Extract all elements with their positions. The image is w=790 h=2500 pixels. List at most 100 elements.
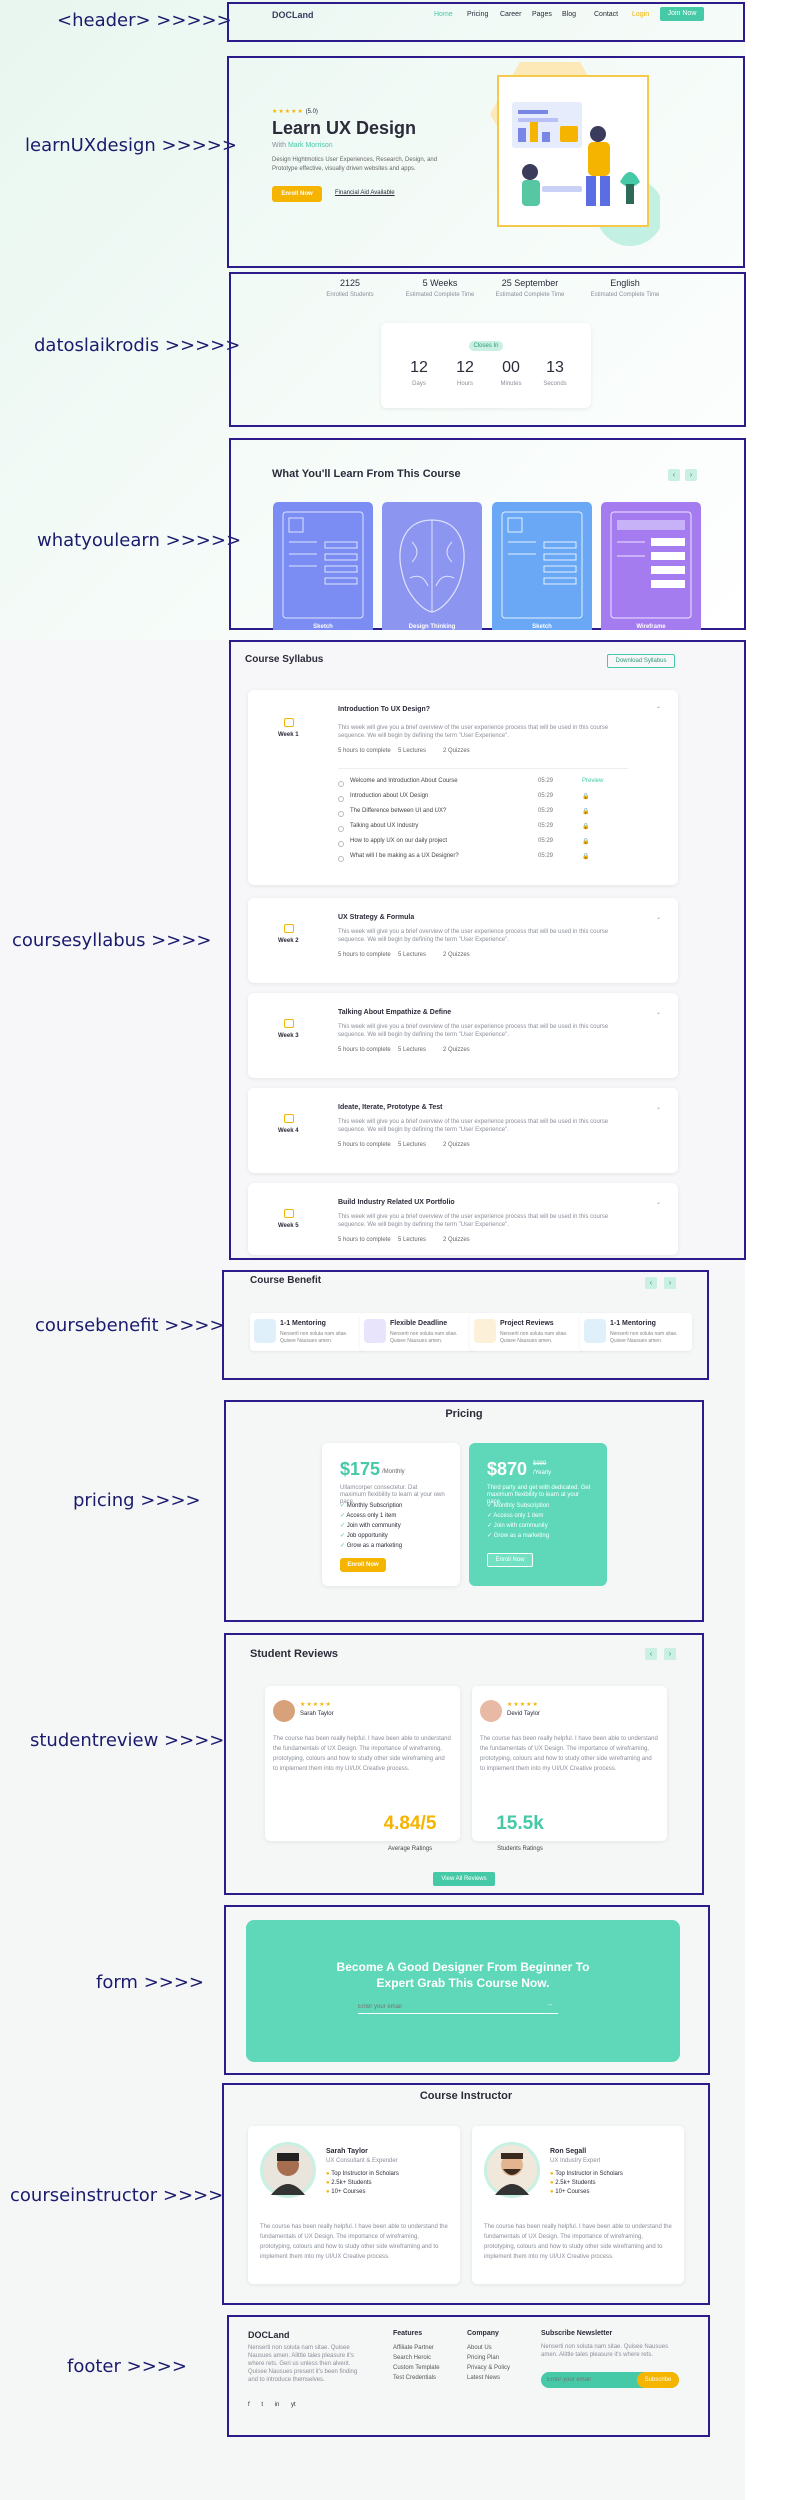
callout-pricing: pricing >>>> — [73, 1490, 201, 1511]
syllabus-title: Course Syllabus — [245, 654, 324, 665]
youtube-icon[interactable]: yt — [291, 2402, 296, 2408]
closes-badge: Closes In — [469, 341, 503, 351]
hero-title: Learn UX Design — [272, 118, 417, 138]
chevron-down-icon[interactable]: ⌄ — [656, 914, 661, 921]
lesson-row[interactable]: Talking about UX Industry 05:29 🔒 — [338, 823, 618, 833]
benefit-desc: Nenserti non soluta nam sitae. Quisee Na… — [280, 1331, 348, 1344]
footer-link[interactable]: Latest News — [467, 2373, 510, 2383]
avatar — [273, 1700, 295, 1722]
stat-value: 2125 — [339, 278, 361, 288]
nav-contact[interactable]: Contact — [594, 11, 618, 18]
pro-price: $870 — [487, 1459, 528, 1479]
newsletter-email-input[interactable] — [547, 2373, 627, 2387]
nav-pages[interactable]: Pages — [532, 11, 552, 18]
lesson-row[interactable]: Welcome and Introduction About Course 05:… — [338, 778, 618, 788]
chevron-down-icon[interactable]: ⌄ — [656, 1104, 661, 1111]
nav-home[interactable]: Home — [434, 11, 453, 18]
chevron-up-icon[interactable]: ⌃ — [656, 706, 661, 713]
lesson-row[interactable]: Introduction about UX Design 05:29 🔒 — [338, 793, 618, 803]
calendar-icon — [284, 1209, 294, 1218]
reviews-next-button[interactable]: › — [664, 1648, 676, 1660]
wireframe-sketch-icon — [501, 511, 583, 619]
footer-link[interactable]: Test Credentials — [393, 2373, 440, 2383]
cta-email-input[interactable] — [358, 2000, 558, 2014]
nav-login[interactable]: Login — [632, 11, 649, 18]
enroll-now-button[interactable]: Enroll Now — [272, 186, 322, 202]
review-text: The course has been really helpful. I ha… — [273, 1736, 451, 1772]
reviews-title: Student Reviews — [250, 1648, 339, 1660]
callout-instructor: courseinstructor >>>> — [10, 2185, 224, 2206]
basic-enroll-button[interactable]: Enroll Now — [340, 1558, 386, 1572]
facebook-icon[interactable]: f — [248, 2402, 250, 2408]
callout-what: whatyoulearn >>>>> — [37, 530, 242, 551]
learn-card-design-thinking[interactable]: Design Thinking — [382, 502, 482, 630]
instructor-link[interactable]: Mark Morrison — [288, 142, 333, 149]
week-card[interactable]: Week 3 Talking About Empathize & Define … — [248, 993, 678, 1078]
download-syllabus-button[interactable]: Download Syllabus — [607, 654, 675, 668]
week-card[interactable]: Week 1 Introduction To UX Design? This w… — [248, 690, 678, 885]
benefit-next-button[interactable]: › — [664, 1277, 676, 1289]
stat-value: English — [610, 278, 640, 288]
footer-link[interactable]: Search Heroic — [393, 2353, 440, 2363]
footer-link[interactable]: About Us — [467, 2343, 510, 2353]
countdown-hours: 12 — [456, 359, 474, 376]
callout-form: form >>>> — [96, 1972, 205, 1993]
lesson-row[interactable]: What will I be making as a UX Designer? 0… — [338, 853, 618, 863]
basic-price: $175 — [340, 1459, 381, 1479]
hero-illustration — [470, 62, 664, 252]
countdown-label: Hours — [456, 381, 473, 387]
learn-card-sketch-2[interactable]: Sketch — [492, 502, 592, 630]
week-title: Introduction To UX Design? — [338, 706, 431, 713]
chevron-down-icon[interactable]: ⌄ — [656, 1009, 661, 1016]
linkedin-icon[interactable]: in — [275, 2402, 280, 2408]
benefit-desc: Nenserti non soluta nam sitae. Quisee Na… — [500, 1331, 568, 1344]
chevron-down-icon[interactable]: ⌄ — [656, 1199, 661, 1206]
instructor-bio: The course has been really helpful. I ha… — [484, 2224, 672, 2260]
footer-link[interactable]: Affiliate Partner — [393, 2343, 440, 2353]
countdown-seconds: 13 — [546, 359, 564, 376]
pro-enroll-button[interactable]: Enroll Now — [487, 1553, 533, 1567]
footer-logo[interactable]: DOCLand — [248, 2330, 290, 2340]
learn-next-button[interactable]: › — [685, 469, 697, 481]
learn-card-wireframe[interactable]: Wireframe — [601, 502, 701, 630]
view-all-reviews-button[interactable]: View All Reviews — [433, 1872, 495, 1886]
nav-blog[interactable]: Blog — [562, 11, 576, 18]
learn-prev-button[interactable]: ‹ — [668, 469, 680, 481]
lesson-row[interactable]: The Difference between UI and UX? 05:29 🔒 — [338, 808, 618, 818]
financial-aid-link[interactable]: Financial Aid Available — [335, 190, 395, 196]
nav-pricing[interactable]: Pricing — [467, 11, 488, 18]
week-card[interactable]: Week 2 UX Strategy & Formula This week w… — [248, 898, 678, 983]
basic-feature: ✓ Join with community — [340, 1523, 401, 1529]
week-lectures: 5 Lectures — [398, 748, 427, 754]
join-now-button[interactable]: Join Now — [660, 7, 704, 21]
footer-link[interactable]: Custom Template — [393, 2363, 440, 2373]
calendar-icon — [284, 1019, 294, 1028]
person-avatar-icon — [271, 2153, 305, 2195]
review-stars: ★★★★★ — [507, 1702, 539, 1708]
basic-period: /Monthly — [382, 1469, 405, 1475]
twitter-icon[interactable]: t — [261, 2402, 263, 2408]
reviews-prev-button[interactable]: ‹ — [645, 1648, 657, 1660]
mentor-icon — [584, 1319, 606, 1343]
learn-card-sketch[interactable]: Sketch — [273, 502, 373, 630]
features-title: Features — [393, 2330, 423, 2337]
countdown-card: Closes In 12 Days 12 Hours 00 Minutes 13… — [381, 323, 591, 408]
logo[interactable]: DOCLand — [272, 10, 314, 20]
lesson-row[interactable]: How to apply UX on our daily project 05:2… — [338, 838, 618, 848]
instructor-bio: The course has been really helpful. I ha… — [260, 2224, 448, 2260]
learn-card-label: Design Thinking — [408, 624, 456, 630]
week-card[interactable]: Week 4 Ideate, Iterate, Prototype & Test… — [248, 1088, 678, 1173]
footer-link[interactable]: Privacy & Policy — [467, 2363, 510, 2373]
rating-value: (5.0) — [305, 109, 318, 115]
avatar — [484, 2142, 540, 2198]
footer-link[interactable]: Pricing Plan — [467, 2353, 510, 2363]
designer-team-illustration — [490, 62, 664, 246]
nav-career[interactable]: Career — [500, 11, 521, 18]
subscribe-button[interactable]: Subscribe — [637, 2372, 679, 2388]
benefit-prev-button[interactable]: ‹ — [645, 1277, 657, 1289]
week-card[interactable]: Week 5 Build Industry Related UX Portfol… — [248, 1183, 678, 1255]
arrow-right-icon[interactable]: → — [546, 2001, 553, 2008]
calendar-icon — [284, 1114, 294, 1123]
instructor-name: Sarah Taylor — [326, 2148, 368, 2155]
lock-icon: 🔒 — [582, 854, 590, 860]
